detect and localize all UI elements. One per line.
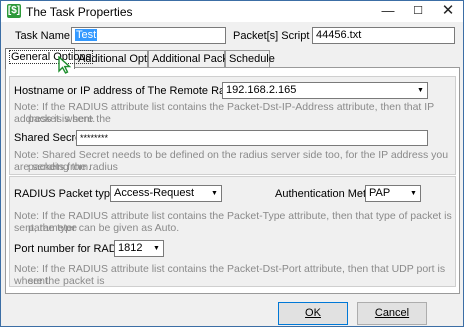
port-combobox[interactable]: 1812 ▼ bbox=[114, 240, 164, 257]
task-properties-window: [$] The Task Properties — ☐ ✕ Task Name:… bbox=[0, 0, 464, 327]
task-name-input[interactable]: Test bbox=[71, 27, 226, 44]
maximize-button[interactable]: ☐ bbox=[403, 1, 433, 22]
packet-type-combobox[interactable]: Access-Request ▼ bbox=[110, 185, 222, 202]
chevron-down-icon[interactable]: ▼ bbox=[150, 241, 163, 256]
auth-method-combobox[interactable]: PAP ▼ bbox=[365, 185, 421, 202]
task-name-value: Test bbox=[75, 29, 98, 41]
window-title: The Task Properties bbox=[26, 5, 133, 19]
secret-note-line2: packets from. bbox=[28, 161, 92, 173]
port-value: 1812 bbox=[118, 242, 143, 254]
server-group: Hostname or IP address of The Remote Rad… bbox=[9, 76, 456, 175]
app-icon: [$] bbox=[7, 4, 21, 18]
packet-type-note-line2: parameter can be given as Auto. bbox=[28, 222, 180, 234]
shared-secret-input[interactable]: ******** bbox=[76, 130, 428, 146]
radius-options-group: RADIUS Packet types:: Access-Request ▼ A… bbox=[9, 176, 456, 287]
chevron-down-icon[interactable]: ▼ bbox=[407, 186, 420, 201]
mouse-cursor-icon bbox=[58, 56, 72, 74]
tab-additional-packets[interactable]: Additional Packets bbox=[148, 50, 243, 67]
tab-general-options-label: General Options bbox=[9, 50, 94, 64]
minimize-button[interactable]: — bbox=[373, 1, 403, 22]
task-name-label: Task Name: bbox=[15, 30, 74, 42]
close-button[interactable]: ✕ bbox=[433, 1, 463, 22]
cancel-button-label: Cancel bbox=[374, 307, 410, 319]
script-file-input[interactable]: 44456.txt bbox=[312, 27, 455, 44]
hostname-note-line2: packet is sent. bbox=[28, 113, 96, 125]
packet-type-value: Access-Request bbox=[114, 187, 195, 199]
title-bar[interactable]: [$] The Task Properties — ☐ ✕ bbox=[1, 1, 463, 22]
chevron-down-icon[interactable]: ▼ bbox=[208, 186, 221, 201]
port-note-line2: sent. bbox=[28, 275, 51, 287]
ok-button-label: OK bbox=[305, 307, 321, 319]
ok-button[interactable]: OK bbox=[278, 302, 348, 325]
port-note-line1: Note: If the RADIUS attribute list conta… bbox=[14, 263, 446, 287]
auth-method-value: PAP bbox=[369, 187, 391, 199]
general-options-panel: Hostname or IP address of The Remote Rad… bbox=[5, 67, 460, 294]
hostname-value: 192.168.2.165 bbox=[226, 84, 297, 96]
hostname-combobox[interactable]: 192.168.2.165 ▼ bbox=[222, 82, 428, 99]
chevron-down-icon[interactable]: ▼ bbox=[414, 83, 427, 98]
tab-schedule[interactable]: Schedule bbox=[225, 50, 275, 67]
cancel-button[interactable]: Cancel bbox=[357, 302, 427, 325]
